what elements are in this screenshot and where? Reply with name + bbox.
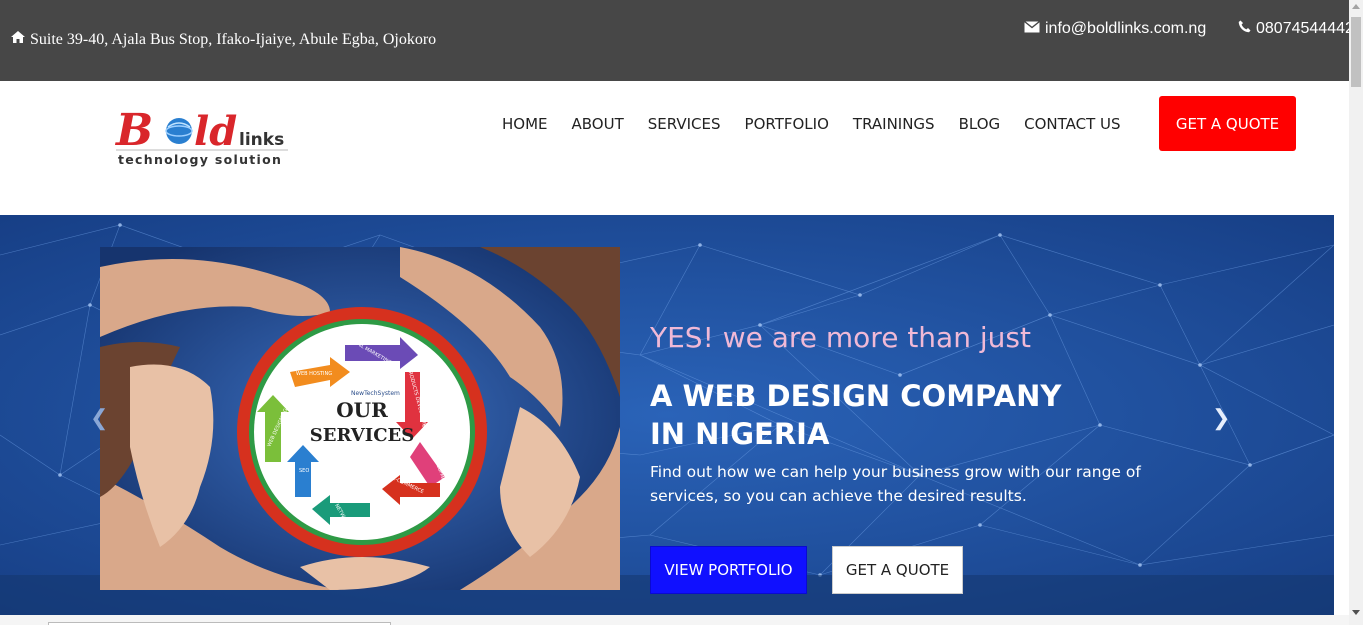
nav-contact-us[interactable]: CONTACT US — [1024, 115, 1120, 133]
vertical-scrollbar[interactable] — [1349, 0, 1363, 625]
svg-text:OUR: OUR — [336, 398, 388, 422]
nav-home[interactable]: HOME — [502, 115, 548, 133]
hero-get-quote-button[interactable]: GET A QUOTE — [832, 546, 963, 594]
svg-text:WEB HOSTING: WEB HOSTING — [296, 371, 332, 377]
envelope-icon — [1024, 20, 1040, 38]
hero-headline: A WEB DESIGN COMPANY IN NIGERIA — [650, 377, 1061, 453]
svg-text:ld: ld — [194, 108, 237, 155]
hero-headline-line1: A WEB DESIGN COMPANY — [650, 379, 1062, 413]
nav-services[interactable]: SERVICES — [648, 115, 721, 133]
hero-slider: NewTechSystem OUR SERVICES EMAIL MARKETI… — [0, 215, 1334, 615]
below-hero-section — [0, 615, 1349, 625]
svg-text:B: B — [114, 105, 153, 156]
view-portfolio-button[interactable]: VIEW PORTFOLIO — [650, 546, 807, 594]
hero-description: Find out how we can help your business g… — [650, 463, 1141, 505]
our-services-image: NewTechSystem OUR SERVICES EMAIL MARKETI… — [100, 247, 620, 590]
svg-text:technology solution: technology solution — [118, 152, 282, 167]
hero-kicker: YES! we are more than just — [650, 321, 1031, 354]
scroll-up-icon[interactable] — [1352, 4, 1360, 9]
hero-headline-line2: IN NIGERIA — [650, 417, 830, 451]
phone-text: 08074544442 — [1256, 20, 1349, 37]
slider-prev-arrow[interactable]: ❮ — [90, 405, 108, 431]
phone-icon — [1238, 20, 1251, 38]
svg-text:NewTechSystem: NewTechSystem — [351, 390, 400, 397]
home-icon — [10, 30, 26, 49]
nav-about[interactable]: ABOUT — [572, 115, 624, 133]
svg-text:SERVICES: SERVICES — [310, 425, 414, 446]
svg-text:links: links — [239, 130, 284, 150]
nav-blog[interactable]: BLOG — [959, 115, 1001, 133]
email-text: info@boldlinks.com.ng — [1045, 20, 1207, 37]
top-contact-bar: Suite 39-40, Ajala Bus Stop, Ifako-Ijaiy… — [0, 0, 1349, 81]
address-text: Suite 39-40, Ajala Bus Stop, Ifako-Ijaiy… — [30, 30, 437, 48]
email-link[interactable]: info@boldlinks.com.ng — [1024, 20, 1206, 38]
svg-text:SEO & SMO: SEO & SMO — [299, 468, 328, 474]
nav-portfolio[interactable]: PORTFOLIO — [745, 115, 829, 133]
phone-link[interactable]: 08074544442 — [1238, 20, 1349, 38]
nav-trainings[interactable]: TRAININGS — [853, 115, 935, 133]
scroll-down-icon[interactable] — [1352, 610, 1360, 615]
get-quote-button[interactable]: GET A QUOTE — [1159, 96, 1296, 151]
site-logo[interactable]: B ld links technology solution — [112, 101, 292, 171]
site-header: B ld links technology solution HOME ABOU… — [0, 81, 1349, 215]
address: Suite 39-40, Ajala Bus Stop, Ifako-Ijaiy… — [10, 30, 436, 49]
main-nav: HOME ABOUT SERVICES PORTFOLIO TRAININGS … — [502, 115, 1145, 133]
slider-next-arrow[interactable]: ❯ — [1212, 405, 1230, 431]
scrollbar-thumb[interactable] — [1351, 17, 1361, 87]
